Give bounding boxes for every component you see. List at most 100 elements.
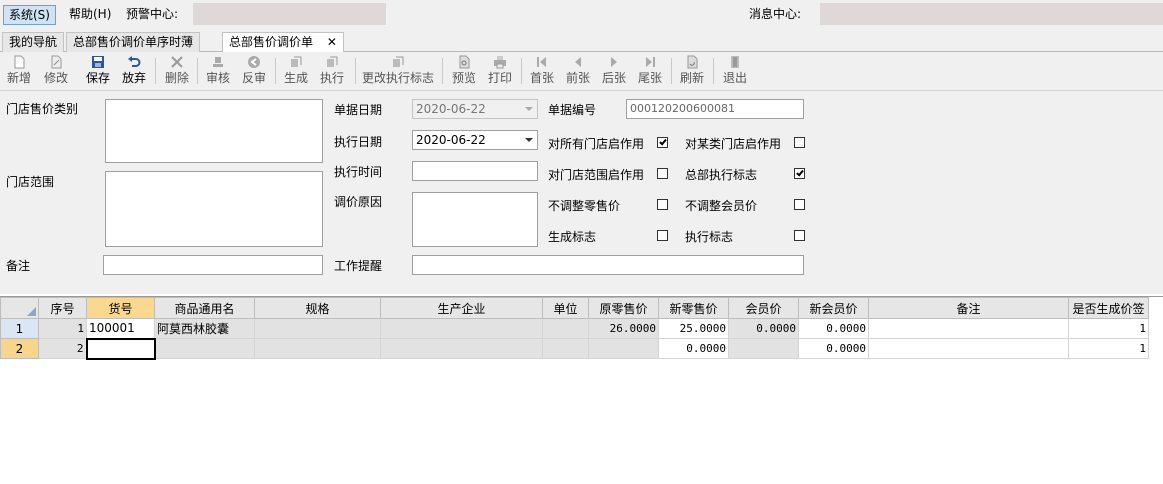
cell-old-price[interactable]: 26.0000 [588, 318, 659, 339]
audit-button[interactable]: 审核 [205, 54, 231, 89]
cell-spec[interactable] [254, 338, 381, 359]
reason-input[interactable] [412, 192, 538, 247]
toolbar-separator [275, 58, 276, 84]
new-button[interactable]: 新增 [6, 54, 32, 89]
work-reminder-input[interactable] [412, 255, 804, 275]
undo-icon [128, 56, 141, 67]
alert-center-field[interactable] [193, 3, 386, 25]
change-exec-flag-button[interactable]: 更改执行标志 [362, 54, 434, 89]
close-icon[interactable]: ✕ [327, 33, 337, 51]
cell-unit[interactable] [542, 338, 589, 359]
checkmark-icon [796, 168, 804, 177]
message-center-label: 消息中心: [749, 7, 802, 21]
unaudit-button[interactable]: 反审 [241, 54, 267, 89]
col-header-unit[interactable]: 单位 [542, 297, 589, 319]
col-header-spec[interactable]: 规格 [254, 297, 381, 319]
cell-name[interactable] [154, 338, 255, 359]
cell-new-price[interactable]: 0.0000 [658, 338, 729, 359]
store-price-category-label: 门店售价类别 [6, 102, 79, 116]
prev-button[interactable]: 前张 [565, 54, 591, 89]
cb-no-member[interactable] [794, 199, 805, 210]
edit-button[interactable]: 修改 [43, 54, 69, 89]
discard-button[interactable]: 放弃 [121, 54, 147, 89]
detail-grid: 序号 货号 商品通用名 规格 生产企业 单位 原零售价 新零售价 会员价 新会员… [0, 296, 1163, 484]
preview-button-label: 预览 [451, 71, 476, 85]
refresh-button[interactable]: 刷新 [679, 54, 705, 89]
first-icon [537, 57, 546, 67]
cell-note[interactable] [868, 318, 1069, 339]
col-header-name[interactable]: 商品通用名 [154, 297, 255, 319]
first-button-label: 首张 [529, 71, 554, 85]
cell-new-price[interactable]: 25.0000 [658, 318, 729, 339]
cell-old-price[interactable] [588, 338, 659, 359]
cb-category-stores[interactable] [794, 137, 805, 148]
last-button-label: 尾张 [637, 71, 662, 85]
next-button[interactable]: 后张 [601, 54, 627, 89]
col-header-price-tag[interactable]: 是否生成价签 [1068, 297, 1149, 319]
grid-corner[interactable] [0, 297, 39, 319]
first-button[interactable]: 首张 [529, 54, 555, 89]
cell-price-tag[interactable]: 1 [1068, 318, 1149, 339]
exit-button[interactable]: 退出 [722, 54, 748, 89]
table-row[interactable]: 1 1 100001 阿莫西林胶囊 26.0000 25.0000 0.0000… [0, 318, 1149, 339]
cb-store-range[interactable] [657, 168, 668, 179]
store-range-input[interactable] [105, 171, 323, 247]
col-header-maker[interactable]: 生产企业 [380, 297, 543, 319]
col-header-seq[interactable]: 序号 [38, 297, 87, 319]
delete-button[interactable]: 删除 [164, 54, 190, 89]
col-header-old-price[interactable]: 原零售价 [588, 297, 659, 319]
cell-member-price[interactable]: 0.0000 [728, 318, 799, 339]
menu-help[interactable]: 帮助(H) [64, 5, 116, 25]
col-header-note[interactable]: 备注 [868, 297, 1069, 319]
message-center-field[interactable] [820, 3, 1163, 25]
cb-no-member-label: 不调整会员价 [685, 199, 758, 213]
row-header[interactable]: 2 [0, 338, 39, 359]
cell-seq[interactable]: 1 [38, 318, 87, 339]
preview-button[interactable]: 预览 [451, 54, 477, 89]
save-button[interactable]: 保存 [85, 54, 111, 89]
cell-member-price[interactable] [728, 338, 799, 359]
cb-hq-exec-flag[interactable] [794, 168, 805, 179]
execute-button[interactable]: 执行 [319, 54, 345, 89]
cb-all-stores[interactable] [657, 137, 668, 148]
doc-no-input[interactable]: 000120200600081 [626, 99, 804, 119]
tab-price-adjust-doc[interactable]: 总部售价调价单 ✕ [222, 32, 344, 53]
tab-price-adjust-journal[interactable]: 总部售价调价单序时薄 [66, 32, 201, 52]
col-header-new-member-price[interactable]: 新会员价 [798, 297, 869, 319]
cell-unit[interactable] [542, 318, 589, 339]
cell-note[interactable] [868, 338, 1069, 359]
cell-new-member-price[interactable]: 0.0000 [798, 318, 869, 339]
store-price-category-input[interactable] [105, 99, 323, 163]
doc-date-picker[interactable]: 2020-06-22 [412, 99, 538, 119]
cell-new-member-price[interactable]: 0.0000 [798, 338, 869, 359]
col-header-code[interactable]: 货号 [86, 297, 155, 319]
col-header-member-price[interactable]: 会员价 [728, 297, 799, 319]
toolbar-separator [671, 58, 672, 84]
cell-maker[interactable] [380, 338, 543, 359]
menu-system[interactable]: 系统(S) [3, 5, 56, 25]
tab-my-navigation[interactable]: 我的导航 [2, 32, 65, 52]
cell-maker[interactable] [380, 318, 543, 339]
generate-icon [291, 56, 302, 67]
exec-time-input[interactable] [412, 161, 538, 181]
cell-code-selected[interactable] [85, 337, 156, 360]
row-header[interactable]: 1 [0, 318, 39, 339]
cell-price-tag[interactable]: 1 [1068, 338, 1149, 359]
cell-seq[interactable]: 2 [38, 338, 87, 359]
col-header-new-price[interactable]: 新零售价 [658, 297, 729, 319]
cell-code[interactable]: 100001 [86, 318, 155, 339]
printer-icon [494, 56, 506, 69]
cb-exec-flag[interactable] [794, 230, 805, 241]
print-button[interactable]: 打印 [487, 54, 513, 89]
table-row[interactable]: 2 2 0.0000 0.0000 1 [0, 337, 1149, 360]
cb-generate-flag[interactable] [657, 230, 668, 241]
generate-button[interactable]: 生成 [283, 54, 309, 89]
cb-hq-exec-flag-label: 总部执行标志 [685, 168, 758, 182]
execute-icon [327, 56, 338, 67]
exec-date-picker[interactable]: 2020-06-22 [412, 130, 538, 150]
last-button[interactable]: 尾张 [637, 54, 663, 89]
cb-no-retail[interactable] [657, 199, 668, 210]
cell-name[interactable]: 阿莫西林胶囊 [154, 318, 255, 339]
cell-spec[interactable] [254, 318, 381, 339]
remark-input[interactable] [103, 255, 323, 275]
